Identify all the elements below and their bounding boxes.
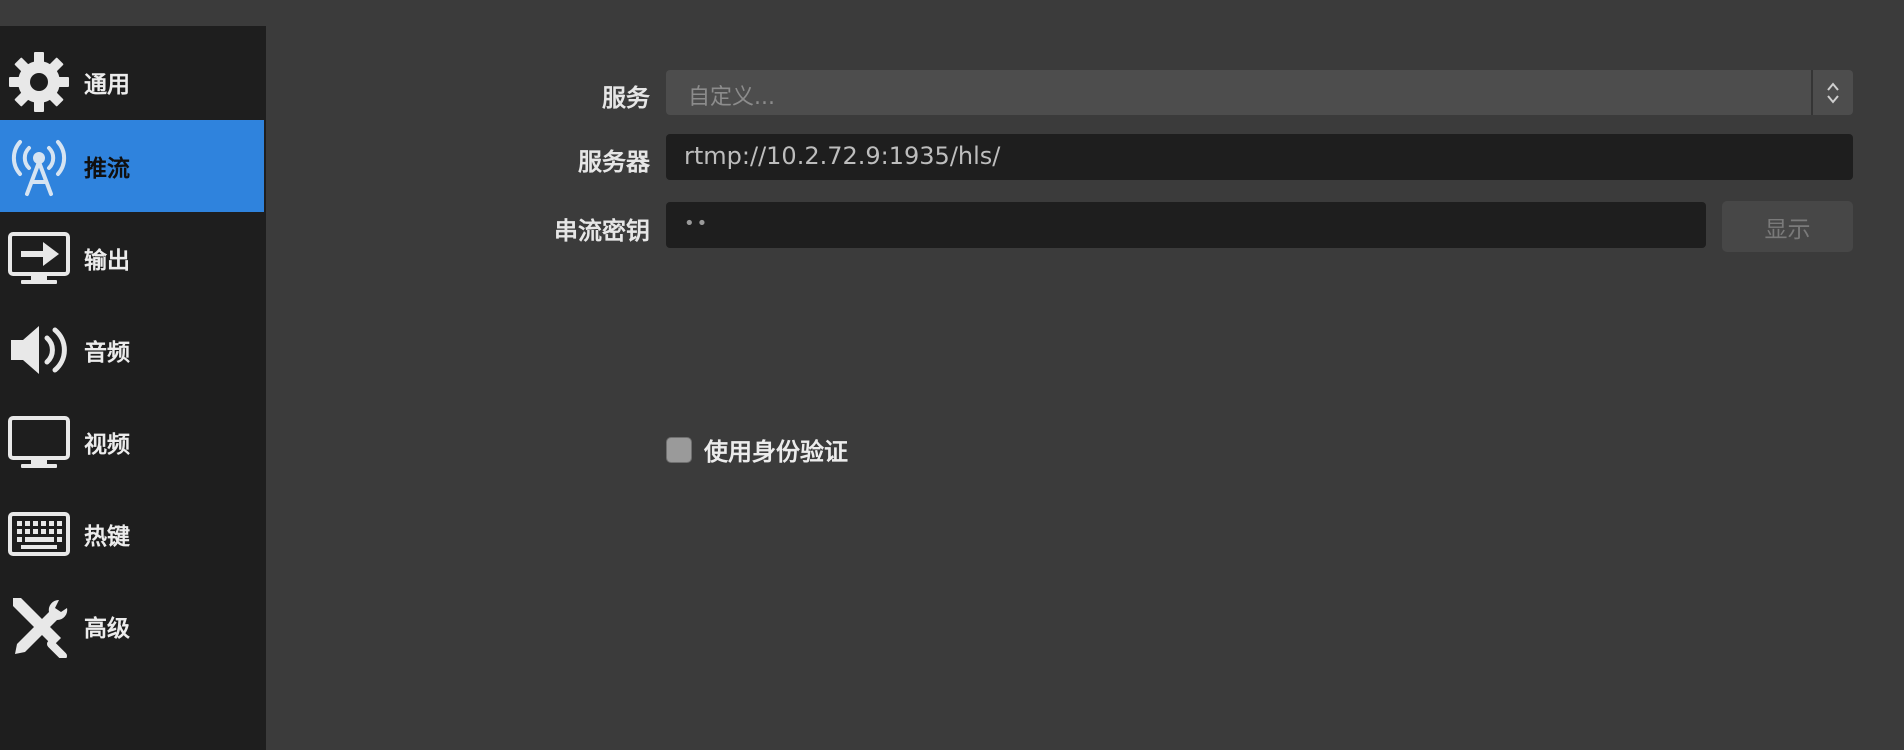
speaker-icon: [7, 318, 71, 382]
sidebar-item-video[interactable]: 视频: [0, 396, 264, 488]
sidebar-item-label: 热键: [84, 524, 130, 550]
tools-icon: [7, 594, 71, 658]
service-label: 服务: [602, 84, 650, 112]
server-field-value: rtmp://10.2.72.9:1935/hls/: [684, 142, 1001, 170]
sidebar-item-label: 音频: [84, 340, 130, 366]
auth-checkbox-label: 使用身份验证: [704, 438, 848, 466]
sidebar-item-general[interactable]: 通用: [0, 36, 264, 128]
sidebar-item-output[interactable]: 输出: [0, 212, 264, 304]
gear-icon: [7, 50, 71, 114]
sidebar-item-hotkeys[interactable]: 热键: [0, 488, 264, 580]
server-label: 服务器: [578, 148, 650, 176]
sidebar-item-label: 视频: [84, 432, 130, 458]
sidebar-item-label: 高级: [84, 616, 130, 642]
monitor-icon: [7, 410, 71, 474]
settings-window: 通用 推流 输出 音频 视频 热键 高级 服务 自定义... 服务器 rtmp:…: [0, 0, 1904, 750]
settings-sidebar: 通用 推流 输出 音频 视频 热键 高级: [0, 26, 266, 750]
stream-key-field[interactable]: ••: [666, 202, 1706, 248]
show-key-button[interactable]: 显示: [1722, 201, 1853, 252]
sidebar-item-label: 通用: [84, 72, 130, 98]
service-select-value: 自定义...: [688, 85, 775, 110]
stream-key-label: 串流密钥: [554, 217, 650, 245]
sidebar-item-audio[interactable]: 音频: [0, 304, 264, 396]
keyboard-icon: [7, 502, 71, 566]
sidebar-item-stream[interactable]: 推流: [0, 120, 264, 212]
title-bar-strip: [0, 0, 266, 26]
sidebar-item-advanced[interactable]: 高级: [0, 580, 264, 672]
sidebar-item-label: 输出: [84, 248, 130, 274]
server-field[interactable]: rtmp://10.2.72.9:1935/hls/: [666, 134, 1853, 180]
up-down-chevron-icon[interactable]: [1811, 70, 1853, 115]
sidebar-item-label: 推流: [84, 156, 130, 182]
stream-key-field-value: ••: [684, 213, 710, 234]
broadcast-tower-icon: [7, 134, 71, 198]
auth-checkbox-row[interactable]: 使用身份验证: [666, 432, 848, 467]
service-select[interactable]: 自定义...: [666, 70, 1853, 115]
auth-checkbox[interactable]: [666, 436, 692, 463]
monitor-output-icon: [7, 226, 71, 290]
